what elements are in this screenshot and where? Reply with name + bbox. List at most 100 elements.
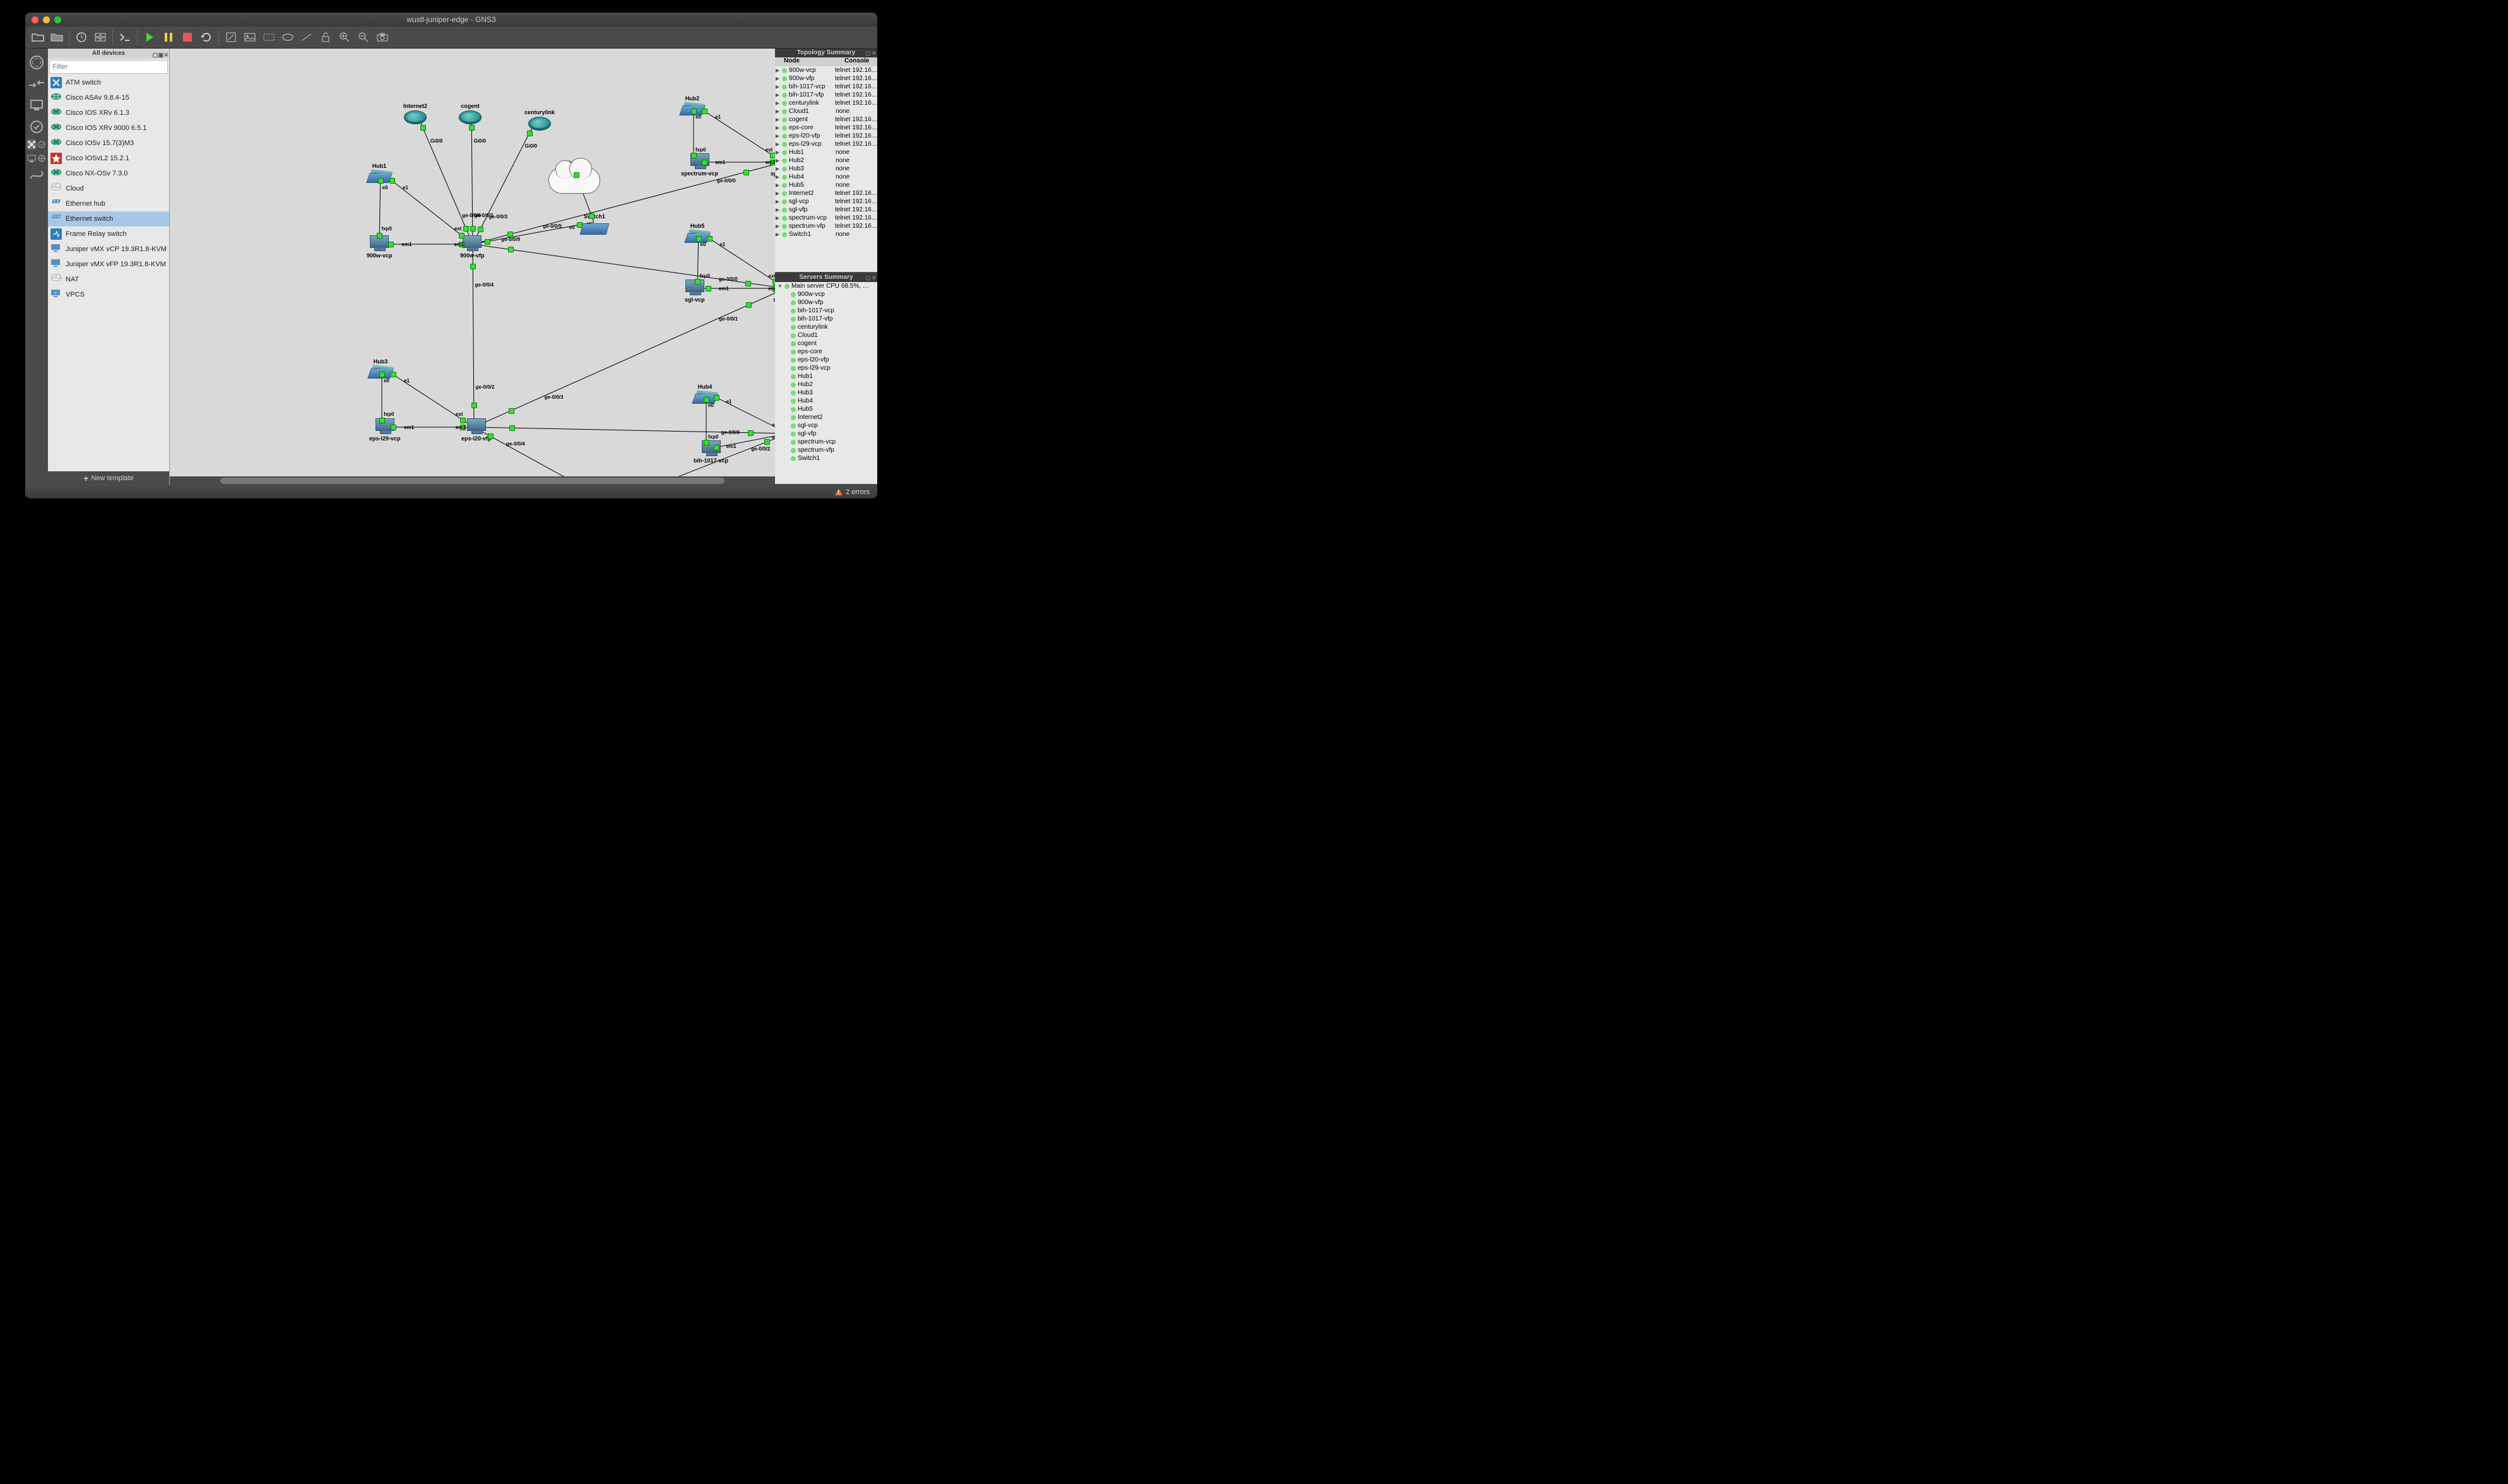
device-item[interactable]: Frame Relay switch xyxy=(48,227,169,242)
panel-controls-icon[interactable]: ▢ ▣ ✕ xyxy=(152,50,168,60)
topology-node-eps-l20-vfp[interactable]: eps-l20-vfp xyxy=(461,418,492,442)
expand-icon[interactable]: ▶ xyxy=(775,84,780,90)
screenshot-button[interactable] xyxy=(374,28,391,46)
draw-line-button[interactable] xyxy=(298,28,316,46)
snapshot-button[interactable] xyxy=(73,28,90,46)
draw-rect-button[interactable] xyxy=(260,28,278,46)
device-item[interactable]: Ethernet switch xyxy=(48,211,169,227)
topology-row[interactable]: ▶sgl-vfptelnet 192.16… xyxy=(775,206,877,214)
insert-image-button[interactable] xyxy=(241,28,259,46)
zoom-in-button[interactable] xyxy=(336,28,353,46)
device-item[interactable]: Cloud xyxy=(48,181,169,196)
expand-icon[interactable]: ▶ xyxy=(775,215,780,221)
device-item[interactable]: Juniper vMX vCP 19.3R1.8-KVM xyxy=(48,242,169,257)
server-row[interactable]: ▼Main server CPU 68.5%, … xyxy=(775,282,877,290)
topology-row[interactable]: ▶Switch1none xyxy=(775,230,877,238)
pause-all-button[interactable] xyxy=(160,28,177,46)
expand-icon[interactable]: ▶ xyxy=(775,158,780,163)
device-filter-input[interactable] xyxy=(49,60,168,74)
topology-row[interactable]: ▶Internet2telnet 192.16… xyxy=(775,189,877,197)
expand-icon[interactable]: ▶ xyxy=(775,182,780,188)
server-child-row[interactable]: bih-1017-vfp xyxy=(775,315,877,323)
topology-node-centurylink[interactable]: centurylink xyxy=(524,109,555,131)
expand-icon[interactable]: ▶ xyxy=(775,100,780,106)
expand-icon[interactable]: ▶ xyxy=(775,141,780,147)
new-template-button[interactable]: +New template xyxy=(48,471,169,485)
server-child-row[interactable]: bih-1017-vcp xyxy=(775,307,877,315)
save-project-button[interactable] xyxy=(48,28,66,46)
expand-icon[interactable]: ▶ xyxy=(775,117,780,122)
add-link-icon[interactable] xyxy=(28,167,45,185)
expand-icon[interactable]: ▶ xyxy=(775,133,780,139)
expand-icon[interactable]: ▶ xyxy=(775,109,780,114)
expand-icon[interactable]: ▶ xyxy=(775,199,780,204)
browse-category-icon[interactable] xyxy=(37,153,47,163)
canvas-h-scrollbar[interactable] xyxy=(170,476,775,485)
topology-row[interactable]: ▶Cloud1none xyxy=(775,107,877,115)
draw-ellipse-button[interactable] xyxy=(279,28,297,46)
expand-icon[interactable]: ▶ xyxy=(775,207,780,213)
expand-icon[interactable]: ▶ xyxy=(775,150,780,155)
topology-row[interactable]: ▶900w-vfptelnet 192.16… xyxy=(775,74,877,83)
annotate-button[interactable] xyxy=(222,28,240,46)
show-labels-button[interactable] xyxy=(92,28,109,46)
device-item[interactable]: Cisco IOS XRv 6.1.3 xyxy=(48,105,169,121)
server-child-row[interactable]: Cloud1 xyxy=(775,331,877,339)
topology-row[interactable]: ▶Hub1none xyxy=(775,148,877,156)
device-item[interactable]: Juniper vMX vFP 19.3R1.8-KVM xyxy=(48,257,169,272)
topology-node-bih-1017-vcp[interactable]: bih-1017-vcp xyxy=(694,440,728,464)
topology-row[interactable]: ▶Hub5none xyxy=(775,181,877,189)
topology-node-spectrum-vcp[interactable]: spectrum-vcp xyxy=(681,153,718,177)
vm-category-icon[interactable] xyxy=(27,153,37,163)
collapse-icon[interactable]: ▼ xyxy=(778,283,783,289)
server-child-row[interactable]: cogent xyxy=(775,339,877,348)
topology-node-cogent[interactable]: cogent xyxy=(459,103,482,124)
security-category-icon[interactable] xyxy=(28,118,45,136)
device-item[interactable]: Cisco NX-OSv 7.3.0 xyxy=(48,166,169,181)
panel-controls-icon[interactable]: ▢ ✕ xyxy=(866,49,876,58)
topology-row[interactable]: ▶eps-l29-vcptelnet 192.16… xyxy=(775,140,877,148)
device-item[interactable]: VVPCS xyxy=(48,287,169,302)
reload-all-button[interactable] xyxy=(198,28,215,46)
expand-icon[interactable]: ▶ xyxy=(775,174,780,180)
switches-category-icon[interactable] xyxy=(28,75,45,93)
server-child-row[interactable]: Hub1 xyxy=(775,372,877,380)
device-item[interactable]: Cisco IOS XRv 9000 6.5.1 xyxy=(48,121,169,136)
start-all-button[interactable] xyxy=(141,28,158,46)
console-button[interactable] xyxy=(116,28,134,46)
server-child-row[interactable]: Hub5 xyxy=(775,405,877,413)
device-list[interactable]: ATM switchCisco ASAv 9.8.4-15Cisco IOS X… xyxy=(48,75,169,471)
expand-icon[interactable]: ▶ xyxy=(775,223,780,229)
server-child-row[interactable]: Internet2 xyxy=(775,413,877,421)
topology-row[interactable]: ▶Hub2none xyxy=(775,156,877,165)
expand-icon[interactable]: ▶ xyxy=(775,68,780,73)
topology-row[interactable]: ▶sgl-vcptelnet 192.16… xyxy=(775,197,877,206)
warning-icon[interactable] xyxy=(835,489,843,495)
topology-canvas[interactable]: Internet2cogentcenturylinkCloud1Switch1H… xyxy=(170,49,775,476)
topology-row[interactable]: ▶eps-l20-vfptelnet 192.16… xyxy=(775,132,877,140)
expand-icon[interactable]: ▶ xyxy=(775,92,780,98)
all-devices-category-icon[interactable] xyxy=(27,139,37,150)
server-child-row[interactable]: eps-core xyxy=(775,348,877,356)
status-errors-text[interactable]: 2 errors xyxy=(846,488,870,496)
server-child-row[interactable]: eps-l20-vfp xyxy=(775,356,877,364)
expand-icon[interactable]: ▶ xyxy=(775,191,780,196)
expand-icon[interactable]: ▶ xyxy=(775,125,780,131)
server-child-row[interactable]: eps-l29-vcp xyxy=(775,364,877,372)
open-project-button[interactable] xyxy=(29,28,47,46)
device-item[interactable]: Ethernet hub xyxy=(48,196,169,211)
server-child-row[interactable]: Switch1 xyxy=(775,454,877,462)
server-child-row[interactable]: sgl-vfp xyxy=(775,430,877,438)
topology-row[interactable]: ▶Hub3none xyxy=(775,165,877,173)
topology-row[interactable]: ▶spectrum-vcptelnet 192.16… xyxy=(775,214,877,222)
panel-controls-icon[interactable]: ▢ ✕ xyxy=(866,274,876,283)
device-item[interactable]: Cisco IOSvL2 15.2.1 xyxy=(48,151,169,166)
device-item[interactable]: ATM switch xyxy=(48,75,169,90)
topology-row[interactable]: ▶spectrum-vfptelnet 192.16… xyxy=(775,222,877,230)
server-child-row[interactable]: 900w-vcp xyxy=(775,290,877,298)
lock-button[interactable] xyxy=(317,28,334,46)
server-child-row[interactable]: centurylink xyxy=(775,323,877,331)
expand-icon[interactable]: ▶ xyxy=(775,76,780,81)
zoom-out-button[interactable] xyxy=(355,28,372,46)
device-item[interactable]: Cisco IOSv 15.7(3)M3 xyxy=(48,136,169,151)
